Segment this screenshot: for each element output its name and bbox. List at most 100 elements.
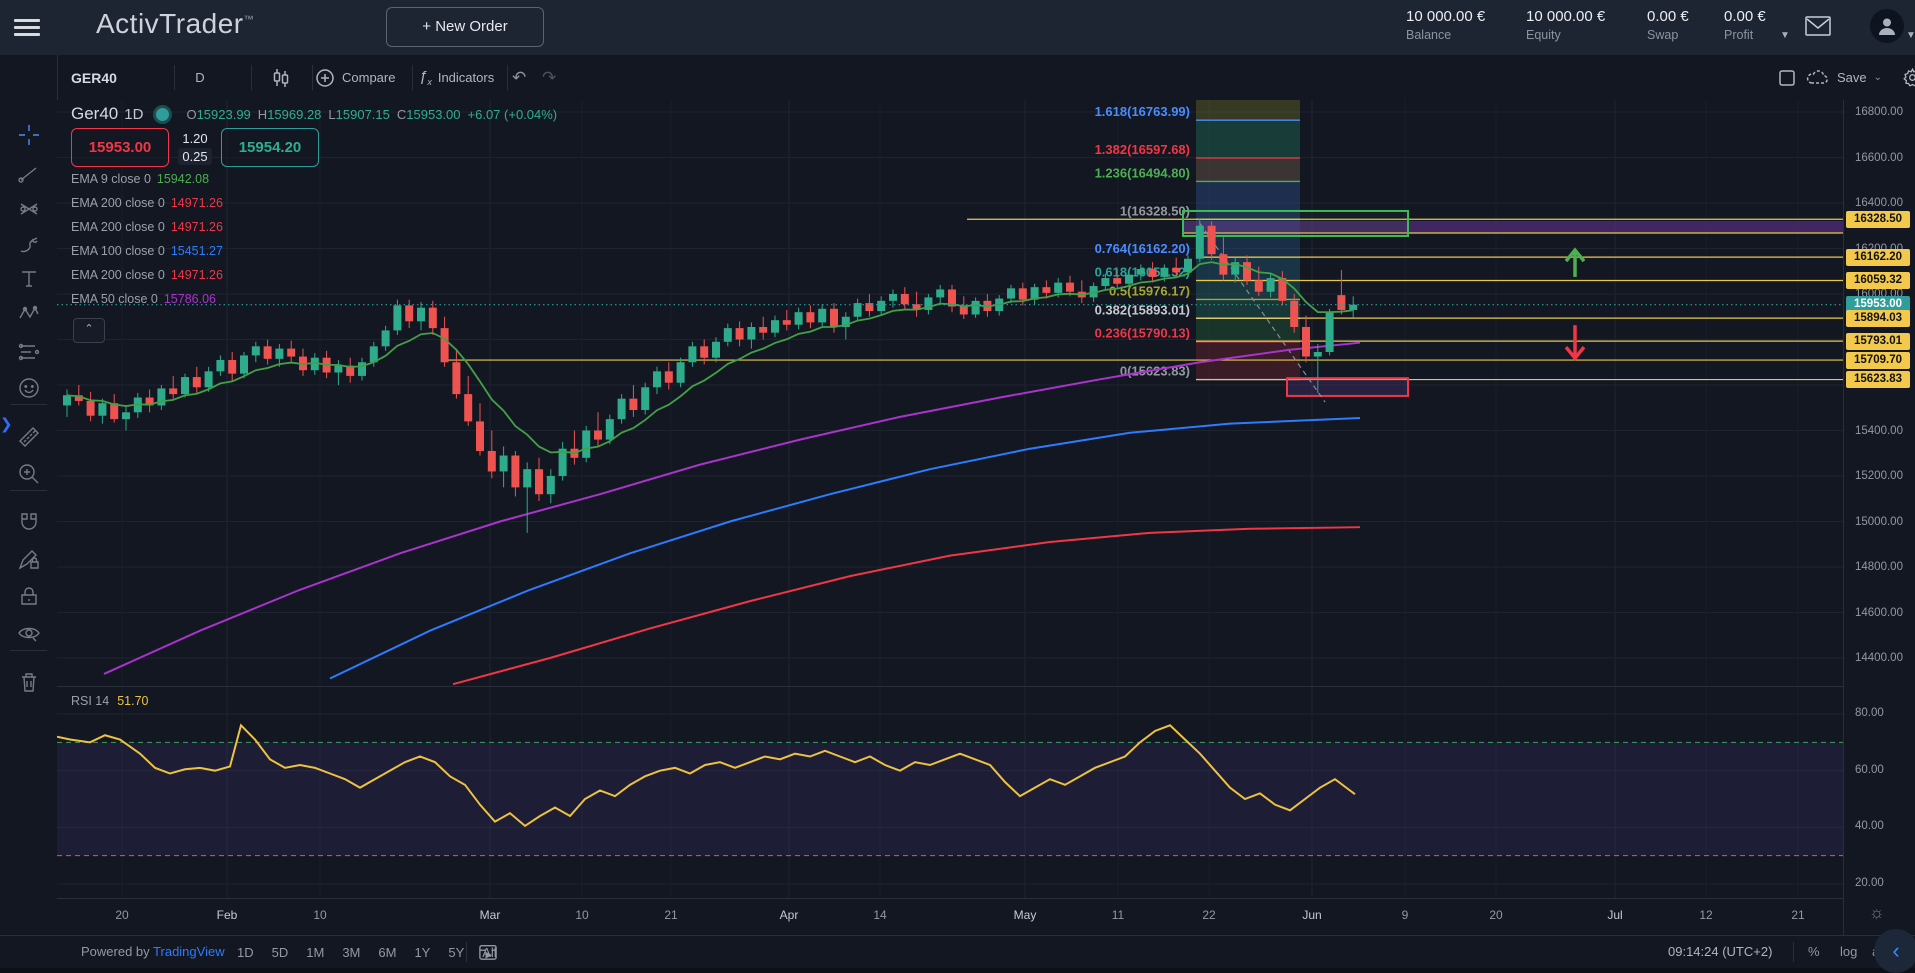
collapse-panel-circle-button[interactable]: ‹ <box>1874 929 1915 973</box>
xabcd-pattern-icon[interactable] <box>17 302 41 326</box>
zoom-in-icon[interactable] <box>17 462 41 486</box>
collapse-indicators-button[interactable]: ⌃ <box>73 318 105 343</box>
ema-50-line <box>104 343 1360 674</box>
avatar[interactable] <box>1870 9 1904 43</box>
candlestick-style-icon[interactable] <box>253 55 309 100</box>
ohlc-values: O15923.99H15969.28L15907.15C15953.00 <box>186 107 467 122</box>
ema-200-line <box>453 527 1360 684</box>
profit-caret-icon[interactable]: ▼ <box>1780 30 1790 41</box>
fx-icon: ƒx <box>419 68 432 87</box>
redo-button[interactable]: ↷ <box>542 55 556 100</box>
ohlc-item: C15953.00 <box>397 107 461 122</box>
equity-stat: 10 000.00 €Equity <box>1526 8 1605 42</box>
time-tick-label: 22 <box>1202 908 1215 922</box>
spread-high: 1.20 <box>169 131 221 146</box>
layout-select-button[interactable] <box>1777 55 1797 100</box>
market-status-dot[interactable] <box>153 105 172 124</box>
gann-fib-icon[interactable] <box>17 197 41 221</box>
gear-icon[interactable] <box>1902 55 1915 100</box>
rsi-band <box>57 742 1843 855</box>
save-caret-icon: ⌄ <box>1874 72 1882 83</box>
time-tick-label: Feb <box>217 908 238 922</box>
indicator-legend-list: EMA 9 close 015942.08EMA 200 close 01497… <box>71 172 223 316</box>
price-tick-label: 15000.00 <box>1855 516 1903 528</box>
interval-button[interactable]: D <box>175 55 225 100</box>
indicator-row[interactable]: EMA 200 close 014971.26 <box>71 196 223 220</box>
lock-all-icon[interactable] <box>17 584 41 608</box>
percent-scale-button[interactable]: % <box>1808 944 1820 959</box>
divider <box>466 942 467 962</box>
time-tick-label: 14 <box>873 908 886 922</box>
ohlc-item: L15907.15 <box>328 107 389 122</box>
tradingview-link[interactable]: TradingView <box>153 944 225 959</box>
indicator-row[interactable]: EMA 200 close 014971.26 <box>71 220 223 244</box>
go-to-date-icon[interactable] <box>478 943 498 966</box>
rsi-tick-label: 20.00 <box>1855 877 1884 889</box>
magnet-icon[interactable] <box>17 511 41 535</box>
expand-panel-chevron-icon[interactable]: ❯ <box>0 415 13 433</box>
sell-button[interactable]: 15953.00 <box>71 128 169 167</box>
time-tick-label: 11 <box>1112 908 1124 922</box>
price-axis[interactable]: 16800.0016600.0016400.0016200.0016000.00… <box>1843 100 1915 935</box>
forecast-icon[interactable] <box>17 340 41 364</box>
undo-button[interactable]: ↶ <box>512 55 526 100</box>
indicator-row[interactable]: EMA 50 close 015786.06 <box>71 292 223 316</box>
chart-toolbar: GER40 D Compare ƒx Indicators ↶ ↷ Save ⌄ <box>57 55 1915 101</box>
up-arrow[interactable] <box>1566 250 1584 277</box>
log-scale-button[interactable]: log <box>1840 944 1857 959</box>
crosshair-icon[interactable] <box>17 123 41 147</box>
price-tick-label: 14400.00 <box>1855 652 1903 664</box>
time-axis[interactable]: 20Feb10Mar1021Apr14May1122Jun920Jul1221 <box>57 898 1843 936</box>
range-button-6m[interactable]: 6M <box>369 945 405 960</box>
time-tick-label: 21 <box>1791 908 1804 922</box>
range-button-1m[interactable]: 1M <box>297 945 333 960</box>
avatar-caret-icon[interactable]: ▼ <box>1906 30 1915 41</box>
save-button[interactable]: Save ⌄ <box>1805 55 1882 100</box>
time-tick-label: 12 <box>1699 908 1712 922</box>
rsi-tick-label: 60.00 <box>1855 764 1884 776</box>
indicators-button[interactable]: ƒx Indicators <box>419 55 494 100</box>
mail-icon[interactable] <box>1804 14 1832 43</box>
symbol-button[interactable]: GER40 <box>71 55 175 100</box>
range-button-1d[interactable]: 1D <box>228 945 263 960</box>
svg-text:1.236(16494.80): 1.236(16494.80) <box>1095 165 1190 180</box>
emoji-icon[interactable] <box>17 376 41 400</box>
hide-all-icon[interactable] <box>17 621 41 645</box>
range-button-5y[interactable]: 5Y <box>439 945 473 960</box>
clock[interactable]: 09:14:24 (UTC+2) <box>1668 944 1772 959</box>
indicator-row[interactable]: EMA 100 close 015451.27 <box>71 244 223 268</box>
new-order-button[interactable]: + New Order <box>386 7 544 47</box>
divider <box>1793 942 1794 962</box>
brush-icon[interactable] <box>17 233 41 257</box>
indicator-row[interactable]: EMA 200 close 014971.26 <box>71 268 223 292</box>
spread-low: 0.25 <box>178 148 211 165</box>
svg-text:1.382(16597.68): 1.382(16597.68) <box>1095 142 1190 157</box>
text-icon[interactable] <box>17 267 41 291</box>
trend-line-icon[interactable] <box>17 162 41 186</box>
range-button-1y[interactable]: 1Y <box>405 945 439 960</box>
rsi-legend[interactable]: RSI 1451.70 <box>71 694 149 708</box>
supply-zone-box[interactable] <box>1183 211 1408 236</box>
svg-text:0.5(15976.17): 0.5(15976.17) <box>1109 283 1190 298</box>
rsi-tick-label: 40.00 <box>1855 820 1884 832</box>
buy-button[interactable]: 15954.20 <box>221 128 319 167</box>
trash-icon[interactable] <box>17 670 41 694</box>
demand-zone-box[interactable] <box>1287 378 1408 396</box>
compare-button[interactable]: Compare <box>315 55 395 100</box>
rsi-pane[interactable] <box>57 686 1843 899</box>
chart-properties-sun-icon[interactable]: ☼ <box>1869 903 1885 923</box>
time-tick-label: 21 <box>664 908 677 922</box>
range-buttons: 1D5D1M3M6M1Y5YAll <box>228 936 506 968</box>
price-chart-pane[interactable]: 1.618(16763.99)1.382(16597.68)1.236(1649… <box>57 100 1843 686</box>
price-level-tag: 15709.70 <box>1846 352 1910 369</box>
range-button-5d[interactable]: 5D <box>263 945 298 960</box>
svg-text:0.236(15790.13): 0.236(15790.13) <box>1095 326 1190 341</box>
ruler-icon[interactable] <box>17 425 41 449</box>
price-tick-label: 16800.00 <box>1855 106 1903 118</box>
drawing-lock-icon[interactable] <box>17 547 41 571</box>
indicator-row[interactable]: EMA 9 close 015942.08 <box>71 172 223 196</box>
range-button-3m[interactable]: 3M <box>333 945 369 960</box>
menu-icon[interactable] <box>14 15 40 37</box>
legend-symbol[interactable]: Ger40 <box>71 104 118 124</box>
swap-stat: 0.00 €Swap <box>1647 8 1689 42</box>
